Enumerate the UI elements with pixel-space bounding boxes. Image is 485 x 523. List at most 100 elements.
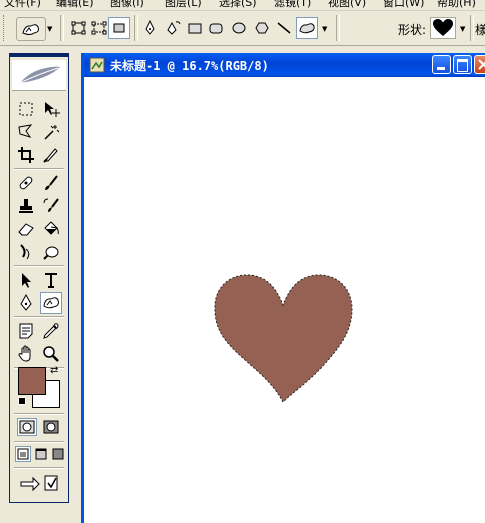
custom-shape-tool[interactable]: [40, 292, 62, 314]
dodge-tool[interactable]: [40, 241, 62, 263]
maximize-button[interactable]: [453, 55, 472, 74]
paint-bucket-tool[interactable]: [40, 218, 62, 240]
pen-tool[interactable]: [15, 292, 37, 314]
paths-button[interactable]: [88, 17, 110, 39]
quick-mask-button[interactable]: [41, 418, 61, 436]
rounded-rectangle-tool-button[interactable]: [205, 17, 227, 39]
default-colors-icon[interactable]: [18, 397, 26, 405]
swap-colors-icon[interactable]: ⇄: [50, 365, 58, 376]
menu-select[interactable]: 选择(S): [219, 0, 257, 10]
full-screen-menu-button[interactable]: [33, 446, 49, 462]
document-icon: [89, 57, 105, 73]
toolbox: ⇄: [9, 53, 69, 503]
zoom-icon: [43, 346, 59, 362]
menu-window[interactable]: 窗口(W): [383, 0, 424, 10]
hand-icon: [18, 345, 31, 362]
line-tool-button[interactable]: [273, 17, 295, 39]
move-tool[interactable]: [40, 98, 62, 120]
standard-mode-icon: [19, 420, 35, 434]
crop-tool[interactable]: [15, 144, 37, 166]
fill-pixels-icon: [113, 23, 125, 33]
heart-icon: [433, 19, 453, 36]
healing-brush-icon: [19, 176, 33, 190]
type-tool[interactable]: [40, 269, 62, 291]
foreground-color-swatch[interactable]: [18, 367, 46, 395]
pen-icon: [20, 294, 32, 311]
menu-help[interactable]: 帮助(H): [437, 0, 476, 10]
menu-edit[interactable]: 编辑(E): [56, 0, 94, 10]
toolbox-header[interactable]: [12, 60, 66, 91]
shape-layers-button[interactable]: [68, 17, 90, 39]
shape-label: 形状:: [398, 23, 427, 37]
chevron-down-icon[interactable]: ▼: [47, 25, 52, 33]
paths-icon: [91, 21, 107, 35]
imageready-icon: [20, 475, 58, 492]
path-selection-tool[interactable]: [15, 269, 37, 291]
standard-mode-button[interactable]: [17, 418, 37, 436]
custom-shape-icon: [43, 297, 59, 309]
history-brush-tool[interactable]: [40, 195, 62, 217]
pen-icon: [145, 20, 155, 35]
lasso-tool[interactable]: [15, 121, 37, 143]
line-icon: [277, 22, 291, 34]
notes-icon: [19, 323, 33, 339]
chevron-down-icon[interactable]: ▼: [322, 25, 327, 33]
polygon-tool-button[interactable]: [251, 17, 273, 39]
canvas-artwork: [214, 274, 353, 403]
pen-tool-button[interactable]: [139, 17, 161, 39]
shape-layers-icon: [71, 21, 86, 35]
heart-shape[interactable]: [214, 274, 353, 403]
ellipse-tool-button[interactable]: [228, 17, 250, 39]
tool-preset-picker[interactable]: [16, 17, 46, 41]
marquee-tool[interactable]: [15, 98, 37, 120]
blur-tool[interactable]: [15, 241, 37, 263]
custom-shape-icon: [299, 23, 315, 34]
document-canvas[interactable]: [84, 77, 485, 523]
close-button[interactable]: [474, 55, 485, 74]
menu-file[interactable]: 文件(F): [4, 0, 41, 10]
gripper[interactable]: [3, 15, 7, 41]
chevron-down-icon[interactable]: ▼: [460, 25, 465, 33]
minimize-button[interactable]: [432, 55, 451, 74]
cut-off-label: 樣: [475, 23, 485, 37]
healing-brush-tool[interactable]: [15, 172, 37, 194]
eraser-tool[interactable]: [15, 218, 37, 240]
lasso-icon: [18, 124, 33, 138]
zoom-tool[interactable]: [40, 343, 62, 365]
blur-icon: [20, 244, 30, 260]
clone-stamp-tool[interactable]: [15, 195, 37, 217]
marquee-icon: [19, 102, 33, 116]
eyedropper-icon: [43, 323, 59, 339]
rectangle-tool-button[interactable]: [184, 17, 206, 39]
brush-tool[interactable]: [40, 172, 62, 194]
shape-picker[interactable]: [430, 17, 456, 39]
document-titlebar[interactable]: 未标题-1 @ 16.7%(RGB/8): [84, 53, 485, 77]
standard-screen-icon: [17, 448, 29, 460]
eraser-icon: [18, 223, 34, 236]
magic-wand-tool[interactable]: [40, 121, 62, 143]
slice-tool[interactable]: [40, 144, 62, 166]
type-icon: [45, 273, 57, 288]
menu-layer[interactable]: 图层(L): [165, 0, 202, 10]
document-title: 未标题-1 @ 16.7%(RGB/8): [110, 59, 269, 73]
rounded-rectangle-icon: [209, 23, 223, 34]
magic-wand-icon: [44, 125, 60, 140]
hand-tool[interactable]: [15, 343, 37, 365]
custom-shape-tool-button[interactable]: [296, 17, 318, 39]
stamp-icon: [19, 199, 33, 213]
freeform-pen-button[interactable]: [162, 17, 184, 39]
document-window: 未标题-1 @ 16.7%(RGB/8): [81, 53, 485, 523]
menu-view[interactable]: 视图(V): [328, 0, 366, 10]
crop-icon: [18, 147, 34, 163]
menu-filter[interactable]: 滤镜(T): [274, 0, 311, 10]
full-screen-button[interactable]: [50, 446, 66, 462]
eyedropper-tool[interactable]: [40, 320, 62, 342]
fill-pixels-button[interactable]: [108, 17, 130, 39]
options-bar: ▼ ▼ 形状: ▼ 樣: [0, 11, 485, 46]
minimize-icon: [437, 67, 445, 70]
notes-tool[interactable]: [15, 320, 37, 342]
jump-to-imageready-button[interactable]: [17, 472, 61, 494]
polygon-icon: [255, 22, 269, 34]
menu-image[interactable]: 图像(I): [110, 0, 144, 10]
standard-screen-button[interactable]: [15, 446, 31, 462]
